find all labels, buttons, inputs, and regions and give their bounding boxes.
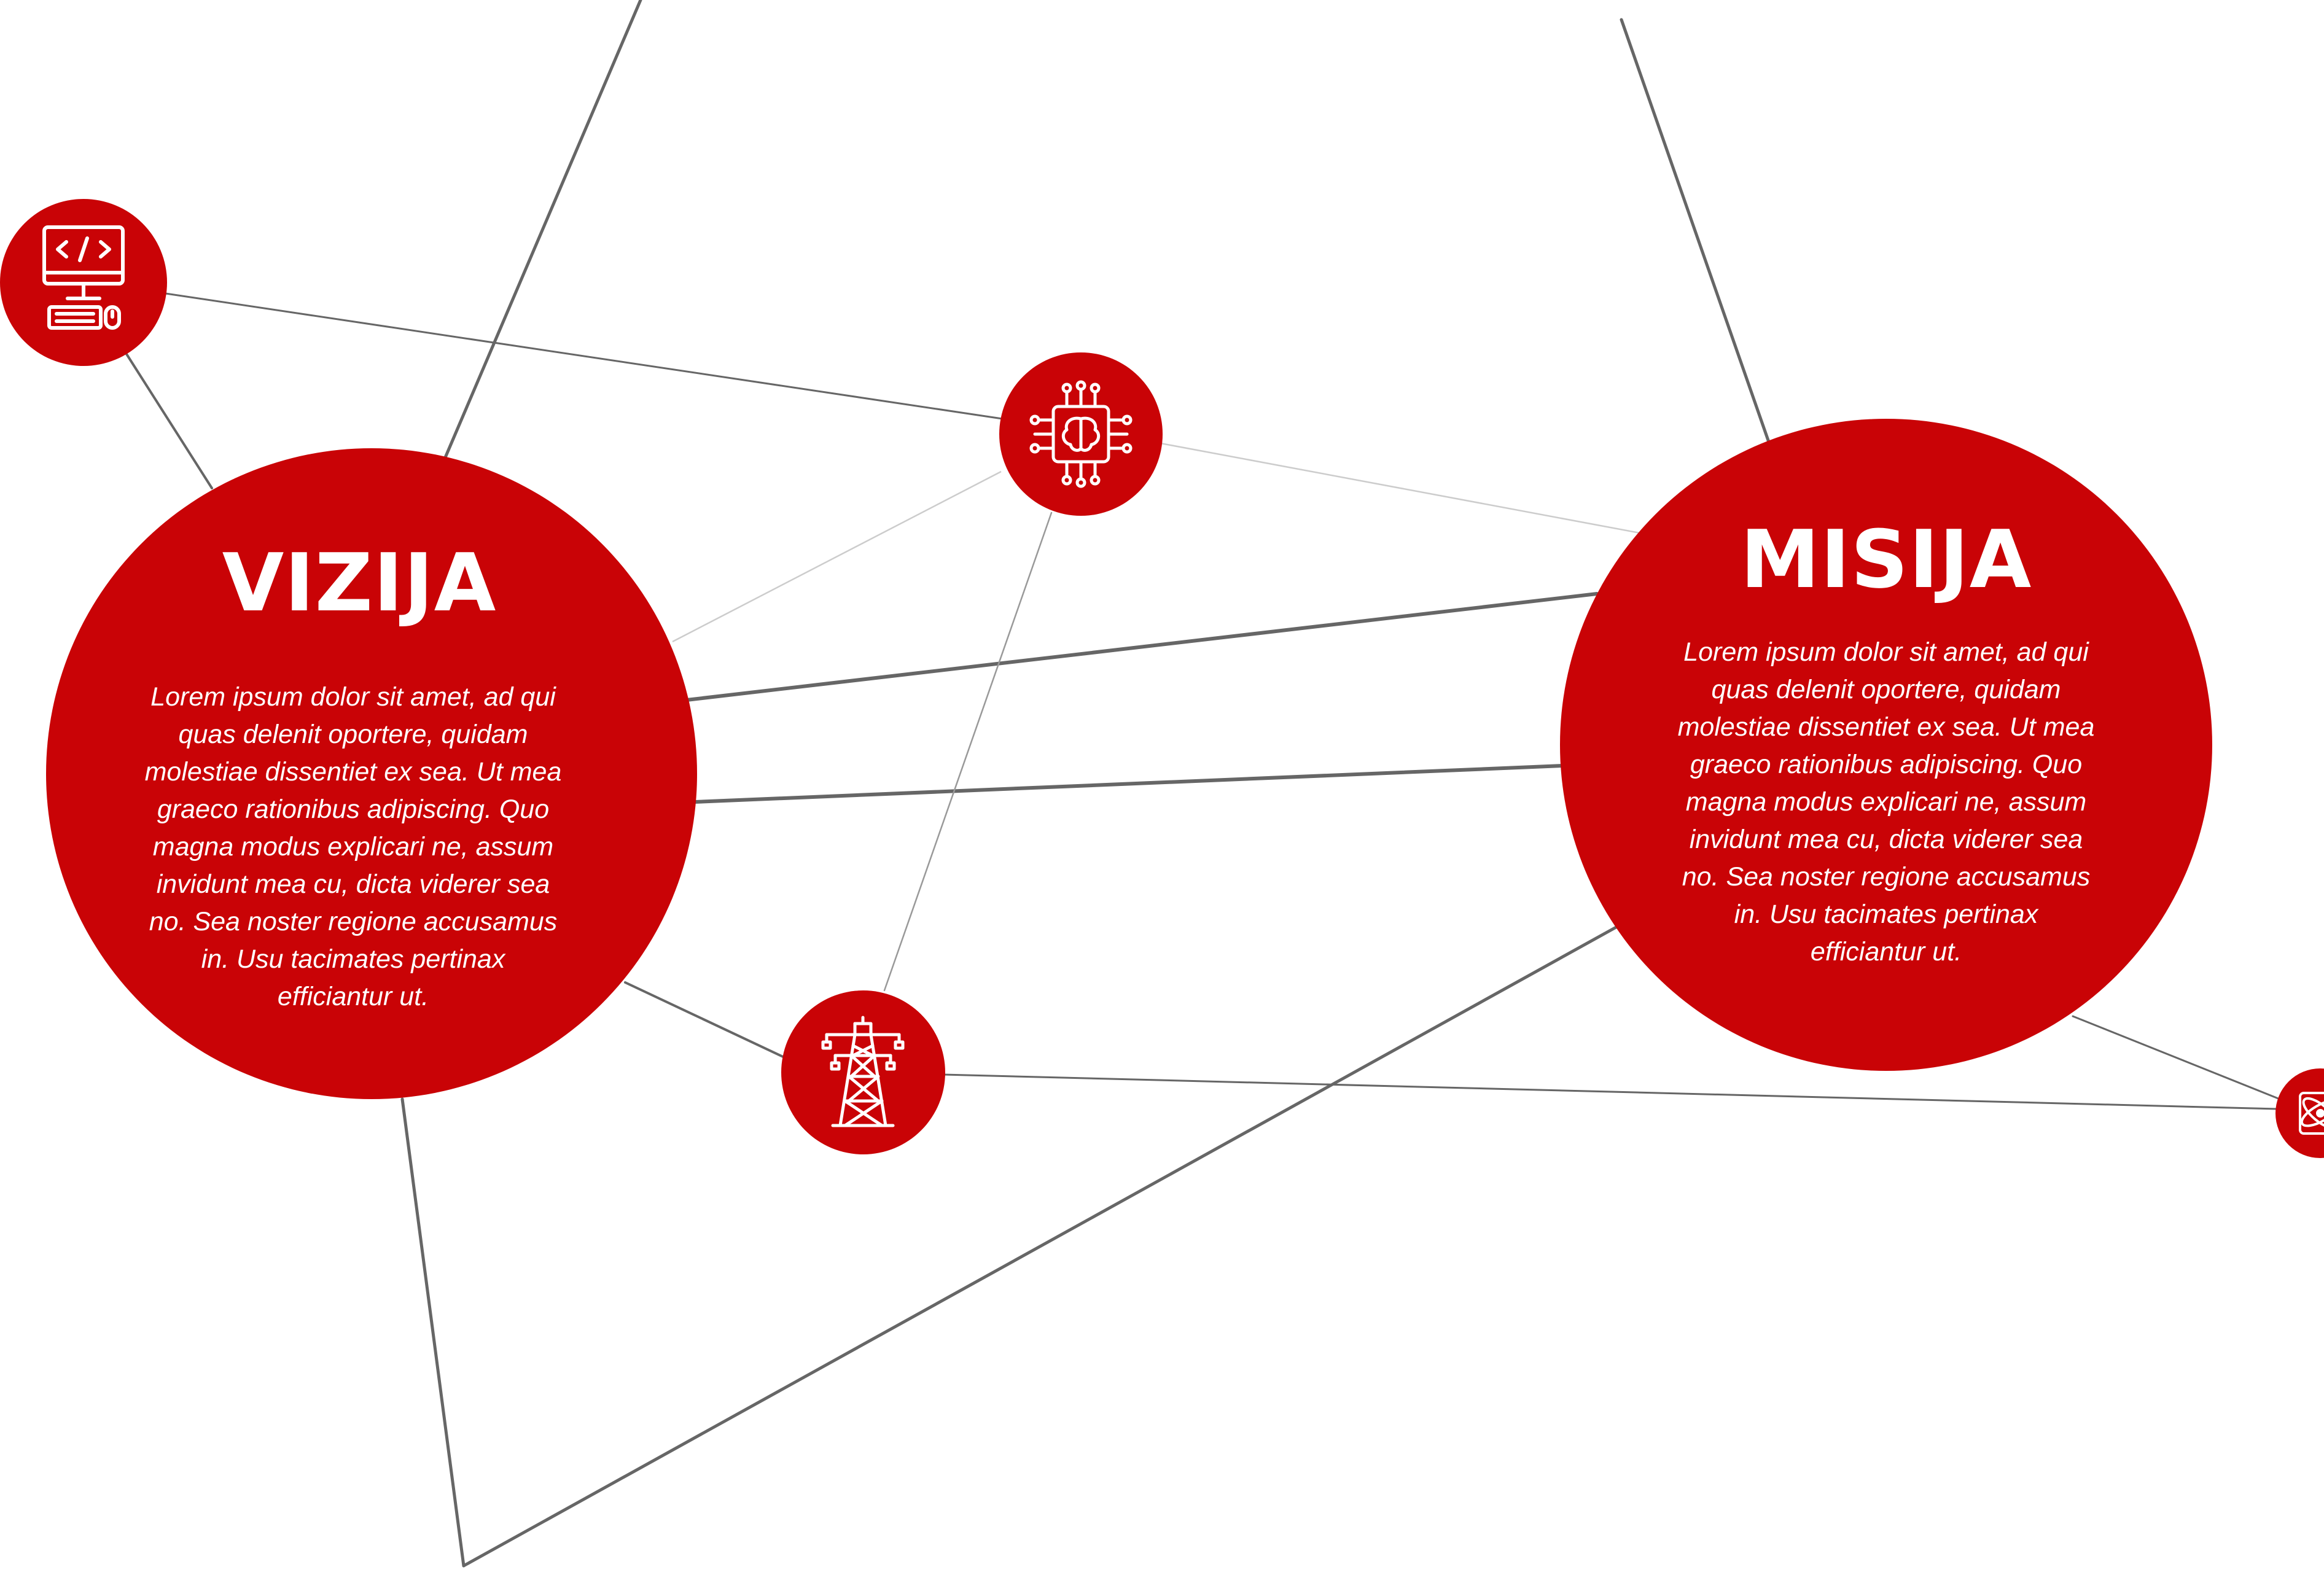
power-tower-icon [821,1016,905,1127]
network-line [693,764,1565,804]
power-tower-node [781,990,945,1154]
misija-text: Lorem ipsum dolor sit amet, ad qui quas … [1677,637,2095,966]
ai-brain-chip-icon [1029,380,1133,488]
misija-title: MISIJA [1740,513,2032,606]
misija-circle: MISIJA Lorem ipsum dolor sit amet, ad qu… [1560,419,2212,1071]
network-line [2072,1015,2281,1100]
network-line [443,0,642,459]
computer-code-node [0,199,167,366]
vizija-circle: VIZIJA Lorem ipsum dolor sit amet, ad qu… [46,448,697,1099]
network-line-faint [1160,442,1640,534]
network-line [685,592,1599,702]
network-line [400,1097,466,1568]
network-line [125,352,213,489]
network-line [462,924,1620,1568]
network-line [165,292,1004,420]
network-line [624,981,786,1059]
computer-code-icon [42,225,125,330]
network-line [1620,18,1771,444]
ai-chip-node [999,352,1163,516]
vizija-text: Lorem ipsum dolor sit amet, ad qui quas … [144,682,562,1011]
vizija-title: VIZIJA [222,536,497,629]
atom-node [2275,1068,2324,1158]
network-line-faint [672,470,1002,643]
network-line [883,511,1053,992]
atom-icon [2299,1092,2324,1135]
network-line [942,1073,2279,1110]
